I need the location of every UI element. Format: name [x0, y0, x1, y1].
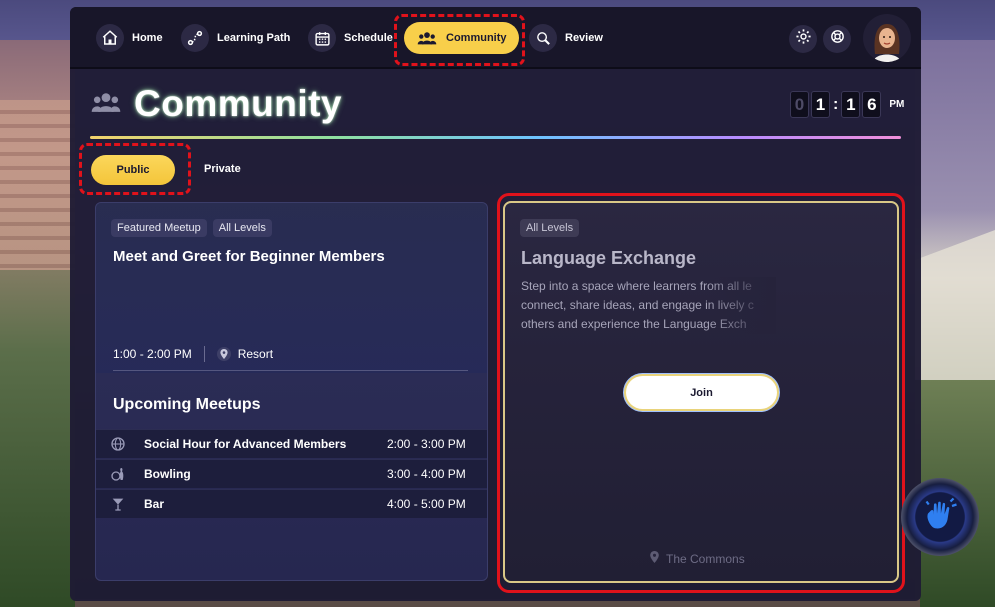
highlight-public-tab: [79, 143, 191, 195]
nav-schedule-label: Schedule: [344, 32, 393, 44]
waving-hand-icon: [922, 497, 958, 538]
level-tag: All Levels: [212, 219, 272, 237]
location-pin-icon: [216, 347, 231, 361]
meetup-time: 2:00 - 3:00 PM: [387, 437, 466, 451]
nav-review[interactable]: Review: [529, 23, 603, 53]
nav-learning-path-label: Learning Path: [217, 32, 291, 44]
magnifier-icon: [529, 24, 557, 52]
meetup-row[interactable]: Bowling 3:00 - 4:00 PM: [96, 459, 487, 488]
nav-home-label: Home: [132, 32, 163, 44]
highlight-community-tab: [394, 14, 525, 66]
featured-meetup[interactable]: Featured Meetup All Levels Meet and Gree…: [96, 203, 487, 373]
clock-ampm: PM: [889, 99, 905, 110]
clock-digit: 0: [790, 91, 809, 118]
meetup-time: 3:00 - 4:00 PM: [387, 467, 466, 481]
meetup-row[interactable]: Bar 4:00 - 5:00 PM: [96, 489, 487, 518]
header-divider: [90, 136, 901, 139]
bowling-icon: [110, 466, 126, 482]
meetup-name: Social Hour for Advanced Members: [144, 437, 347, 451]
background-scenery-left: [0, 40, 75, 607]
lifebuoy-icon: [829, 28, 846, 50]
page-title: Community: [134, 83, 342, 124]
path-icon: [181, 24, 209, 52]
user-avatar[interactable]: [863, 14, 911, 62]
calendar-icon: [308, 24, 336, 52]
nav-schedule[interactable]: Schedule: [308, 23, 393, 53]
featured-meta: 1:00 - 2:00 PM Resort: [113, 346, 273, 362]
clock-colon: :: [833, 95, 839, 113]
nav-learning-path[interactable]: Learning Path: [181, 23, 290, 53]
featured-tag: Featured Meetup: [111, 219, 207, 237]
meetup-row[interactable]: Social Hour for Advanced Members 2:00 - …: [96, 429, 487, 458]
meta-divider: [203, 346, 205, 362]
card-divider: [113, 370, 468, 371]
settings-button[interactable]: [789, 25, 817, 53]
clock: 0 1 : 1 6 PM: [790, 91, 904, 118]
nav-home[interactable]: Home: [96, 23, 163, 53]
tab-private[interactable]: Private: [204, 163, 241, 175]
page-header: Community: [90, 83, 342, 125]
featured-time: 1:00 - 2:00 PM: [113, 347, 192, 361]
featured-title: Meet and Greet for Beginner Members: [113, 248, 385, 265]
wave-button[interactable]: [901, 478, 979, 556]
clock-digit: 1: [811, 91, 830, 118]
meetups-card: Featured Meetup All Levels Meet and Gree…: [95, 202, 488, 581]
featured-location: Resort: [237, 347, 274, 361]
cocktail-icon: [110, 496, 126, 512]
community-panel: Home Learning Path Schedule Community Re…: [70, 7, 921, 601]
help-button[interactable]: [823, 25, 851, 53]
gear-icon: [795, 28, 812, 50]
home-icon: [96, 24, 124, 52]
meetup-name: Bar: [144, 497, 165, 511]
meetup-time: 4:00 - 5:00 PM: [387, 497, 466, 511]
people-icon: [90, 91, 122, 118]
meetup-name: Bowling: [144, 467, 191, 481]
globe-icon: [110, 436, 126, 452]
highlight-event-card: [497, 193, 905, 593]
clock-digit: 6: [862, 91, 882, 118]
nav-review-label: Review: [565, 32, 603, 44]
upcoming-title: Upcoming Meetups: [113, 396, 261, 413]
clock-digit: 1: [841, 91, 861, 118]
featured-tags: Featured Meetup All Levels: [111, 219, 272, 237]
